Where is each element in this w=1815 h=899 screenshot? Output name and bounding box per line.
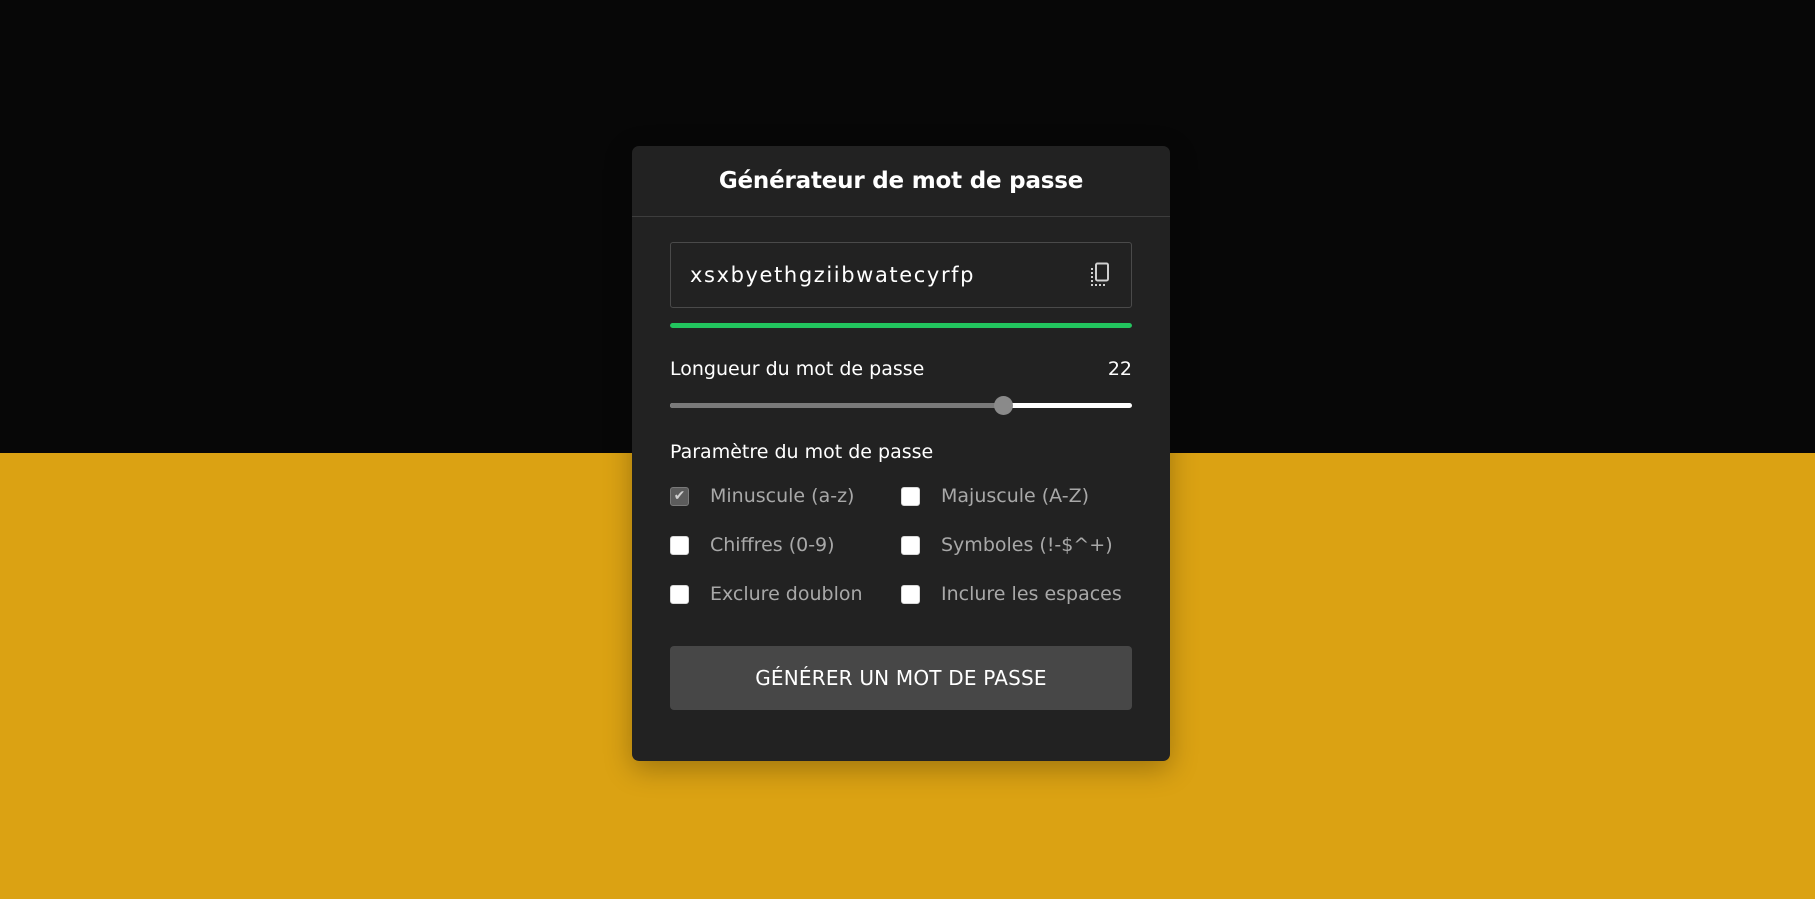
- length-slider-track[interactable]: [670, 403, 1132, 408]
- length-slider[interactable]: [670, 395, 1132, 415]
- option-numbers[interactable]: ✔ Chiffres (0-9): [670, 534, 901, 556]
- page-title: Générateur de mot de passe: [718, 168, 1084, 194]
- password-output-input[interactable]: [671, 243, 1131, 307]
- copy-icon[interactable]: [1089, 262, 1111, 288]
- settings-options: ✔ Minuscule (a-z) ✔ Majuscule (A-Z) ✔ Ch…: [670, 485, 1132, 605]
- lowercase-label: Minuscule (a-z): [710, 485, 855, 507]
- numbers-checkbox[interactable]: ✔: [670, 535, 689, 555]
- option-exclude-duplicates[interactable]: ✔ Exclure doublon: [670, 583, 901, 605]
- length-row: Longueur du mot de passe 22: [670, 358, 1132, 380]
- option-lowercase[interactable]: ✔ Minuscule (a-z): [670, 485, 901, 507]
- length-label: Longueur du mot de passe: [670, 358, 925, 380]
- password-field: [670, 242, 1132, 308]
- password-strength-bar: [670, 323, 1132, 328]
- include-spaces-label: Inclure les espaces: [941, 583, 1122, 605]
- card-body: Longueur du mot de passe 22 Paramètre du…: [632, 217, 1170, 710]
- option-uppercase[interactable]: ✔ Majuscule (A-Z): [901, 485, 1132, 507]
- uppercase-checkbox[interactable]: ✔: [901, 486, 920, 506]
- generate-password-button[interactable]: GÉNÉRER UN MOT DE PASSE: [670, 646, 1132, 710]
- length-value: 22: [1107, 358, 1132, 380]
- exclude-duplicates-label: Exclure doublon: [710, 583, 863, 605]
- include-spaces-checkbox[interactable]: ✔: [901, 584, 920, 604]
- option-symbols[interactable]: ✔ Symboles (!-$^+): [901, 534, 1132, 556]
- symbols-checkbox[interactable]: ✔: [901, 535, 920, 555]
- option-include-spaces[interactable]: ✔ Inclure les espaces: [901, 583, 1132, 605]
- exclude-duplicates-checkbox[interactable]: ✔: [670, 584, 689, 604]
- card-header: Générateur de mot de passe: [632, 146, 1170, 217]
- length-slider-thumb[interactable]: [993, 396, 1013, 415]
- password-generator-card: Générateur de mot de passe Longueur du m…: [632, 146, 1170, 761]
- password-strength-fill: [670, 323, 1132, 328]
- symbols-label: Symboles (!-$^+): [941, 534, 1113, 556]
- numbers-label: Chiffres (0-9): [710, 534, 835, 556]
- uppercase-label: Majuscule (A-Z): [941, 485, 1090, 507]
- length-slider-fill: [670, 403, 1003, 408]
- lowercase-checkbox[interactable]: ✔: [670, 486, 689, 506]
- settings-title: Paramètre du mot de passe: [670, 441, 934, 463]
